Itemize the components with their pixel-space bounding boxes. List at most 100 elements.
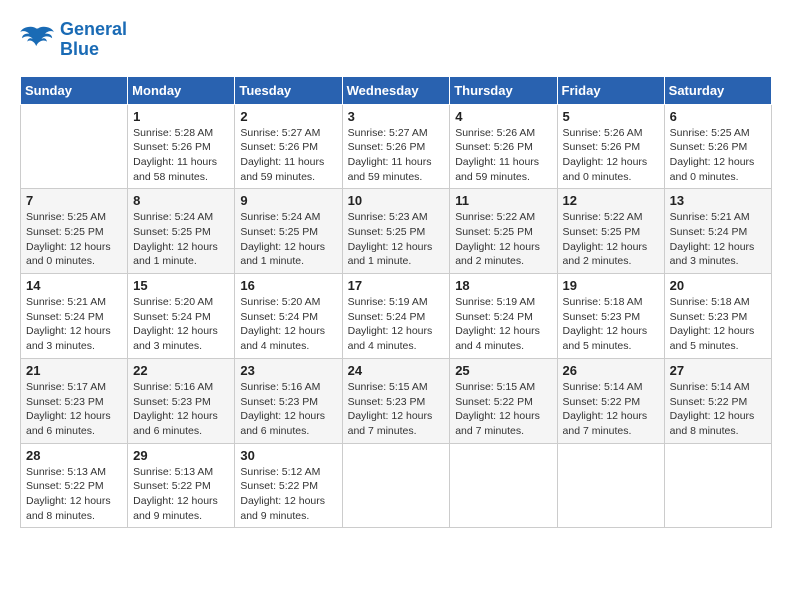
calendar-cell <box>342 443 450 528</box>
day-info: Sunrise: 5:18 AM Sunset: 5:23 PM Dayligh… <box>670 295 766 354</box>
day-number: 2 <box>240 109 336 124</box>
calendar-cell: 15Sunrise: 5:20 AM Sunset: 5:24 PM Dayli… <box>128 274 235 359</box>
calendar-cell: 28Sunrise: 5:13 AM Sunset: 5:22 PM Dayli… <box>21 443 128 528</box>
day-info: Sunrise: 5:14 AM Sunset: 5:22 PM Dayligh… <box>563 380 659 439</box>
calendar-cell: 11 Sunrise: 5:22 AM Sunset: 5:25 PM Dayli… <box>450 189 557 274</box>
day-info: Sunrise: 5:20 AM Sunset: 5:24 PM Dayligh… <box>240 295 336 354</box>
day-info: Sunrise: 5:15 AM Sunset: 5:22 PM Dayligh… <box>455 380 551 439</box>
day-info: Sunrise: 5:12 AM Sunset: 5:22 PM Dayligh… <box>240 465 336 524</box>
calendar-cell: 2 Sunrise: 5:27 AM Sunset: 5:26 PM Daylig… <box>235 104 342 189</box>
day-info: Sunrise: 5:20 AM Sunset: 5:24 PM Dayligh… <box>133 295 229 354</box>
calendar-cell: 7Sunrise: 5:25 AM Sunset: 5:25 PM Daylig… <box>21 189 128 274</box>
header-thursday: Thursday <box>450 76 557 104</box>
day-number: 11 <box>455 193 551 208</box>
day-info: Sunrise: 5:23 AM Sunset: 5:25 PM Dayligh… <box>348 210 445 269</box>
calendar-cell: 8 Sunrise: 5:24 AM Sunset: 5:25 PM Daylig… <box>128 189 235 274</box>
day-number: 29 <box>133 448 229 463</box>
calendar-cell <box>557 443 664 528</box>
day-info: Sunrise: 5:19 AM Sunset: 5:24 PM Dayligh… <box>348 295 445 354</box>
page-header: General Blue <box>20 20 772 60</box>
calendar-week-5: 28 Sunrise: 5:13 AM Sunset: 5:22 PM Dayli… <box>21 443 772 528</box>
calendar-cell: 29 Sunrise: 5:13 AM Sunset: 5:22 PM Dayli… <box>128 443 235 528</box>
day-number: 1 <box>133 109 229 124</box>
calendar-cell <box>21 104 128 189</box>
day-number: 20 <box>670 278 766 293</box>
calendar-cell: 26 Sunrise: 5:14 AM Sunset: 5:22 PM Dayli… <box>557 358 664 443</box>
calendar-cell: 21Sunrise: 5:17 AM Sunset: 5:23 PM Dayli… <box>21 358 128 443</box>
calendar-body: 1 Sunrise: 5:28 AM Sunset: 5:26 PM Daylig… <box>21 104 772 528</box>
day-number: 12 <box>563 193 659 208</box>
header-wednesday: Wednesday <box>342 76 450 104</box>
calendar-week-2: 7Sunrise: 5:25 AM Sunset: 5:25 PM Daylig… <box>21 189 772 274</box>
calendar-week-4: 21Sunrise: 5:17 AM Sunset: 5:23 PM Dayli… <box>21 358 772 443</box>
day-number: 6 <box>670 109 766 124</box>
calendar-table: SundayMondayTuesdayWednesdayThursdayFrid… <box>20 76 772 529</box>
day-number: 19 <box>563 278 659 293</box>
calendar-cell: 30 Sunrise: 5:12 AM Sunset: 5:22 PM Dayli… <box>235 443 342 528</box>
day-info: Sunrise: 5:15 AM Sunset: 5:23 PM Dayligh… <box>348 380 445 439</box>
day-number: 28 <box>26 448 122 463</box>
calendar-cell: 23 Sunrise: 5:16 AM Sunset: 5:23 PM Dayli… <box>235 358 342 443</box>
day-number: 17 <box>348 278 445 293</box>
day-info: Sunrise: 5:14 AM Sunset: 5:22 PM Dayligh… <box>670 380 766 439</box>
day-info: Sunrise: 5:24 AM Sunset: 5:25 PM Dayligh… <box>133 210 229 269</box>
calendar-cell: 18 Sunrise: 5:19 AM Sunset: 5:24 PM Dayli… <box>450 274 557 359</box>
header-tuesday: Tuesday <box>235 76 342 104</box>
day-info: Sunrise: 5:19 AM Sunset: 5:24 PM Dayligh… <box>455 295 551 354</box>
day-info: Sunrise: 5:22 AM Sunset: 5:25 PM Dayligh… <box>563 210 659 269</box>
header-sunday: Sunday <box>21 76 128 104</box>
calendar-cell: 16 Sunrise: 5:20 AM Sunset: 5:24 PM Dayli… <box>235 274 342 359</box>
header-saturday: Saturday <box>664 76 771 104</box>
day-info: Sunrise: 5:21 AM Sunset: 5:24 PM Dayligh… <box>670 210 766 269</box>
day-number: 30 <box>240 448 336 463</box>
day-info: Sunrise: 5:26 AM Sunset: 5:26 PM Dayligh… <box>563 126 659 185</box>
day-info: Sunrise: 5:28 AM Sunset: 5:26 PM Dayligh… <box>133 126 229 185</box>
day-number: 23 <box>240 363 336 378</box>
day-number: 24 <box>348 363 445 378</box>
day-number: 4 <box>455 109 551 124</box>
day-info: Sunrise: 5:17 AM Sunset: 5:23 PM Dayligh… <box>26 380 122 439</box>
day-number: 25 <box>455 363 551 378</box>
day-number: 26 <box>563 363 659 378</box>
calendar-cell: 20 Sunrise: 5:18 AM Sunset: 5:23 PM Dayli… <box>664 274 771 359</box>
calendar-cell: 12 Sunrise: 5:22 AM Sunset: 5:25 PM Dayli… <box>557 189 664 274</box>
day-info: Sunrise: 5:22 AM Sunset: 5:25 PM Dayligh… <box>455 210 551 269</box>
day-info: Sunrise: 5:27 AM Sunset: 5:26 PM Dayligh… <box>240 126 336 185</box>
day-number: 18 <box>455 278 551 293</box>
logo-text: General Blue <box>60 20 127 60</box>
calendar-cell: 13 Sunrise: 5:21 AM Sunset: 5:24 PM Dayli… <box>664 189 771 274</box>
day-number: 27 <box>670 363 766 378</box>
calendar-cell: 6 Sunrise: 5:25 AM Sunset: 5:26 PM Daylig… <box>664 104 771 189</box>
calendar-week-3: 14Sunrise: 5:21 AM Sunset: 5:24 PM Dayli… <box>21 274 772 359</box>
calendar-header: SundayMondayTuesdayWednesdayThursdayFrid… <box>21 76 772 104</box>
day-number: 8 <box>133 193 229 208</box>
day-number: 16 <box>240 278 336 293</box>
calendar-cell: 17 Sunrise: 5:19 AM Sunset: 5:24 PM Dayli… <box>342 274 450 359</box>
day-number: 22 <box>133 363 229 378</box>
calendar-cell: 19Sunrise: 5:18 AM Sunset: 5:23 PM Dayli… <box>557 274 664 359</box>
calendar-cell: 9Sunrise: 5:24 AM Sunset: 5:25 PM Daylig… <box>235 189 342 274</box>
calendar-cell: 14Sunrise: 5:21 AM Sunset: 5:24 PM Dayli… <box>21 274 128 359</box>
day-info: Sunrise: 5:21 AM Sunset: 5:24 PM Dayligh… <box>26 295 122 354</box>
calendar-cell: 5 Sunrise: 5:26 AM Sunset: 5:26 PM Daylig… <box>557 104 664 189</box>
day-info: Sunrise: 5:26 AM Sunset: 5:26 PM Dayligh… <box>455 126 551 185</box>
header-monday: Monday <box>128 76 235 104</box>
calendar-cell: 24 Sunrise: 5:15 AM Sunset: 5:23 PM Dayli… <box>342 358 450 443</box>
day-info: Sunrise: 5:25 AM Sunset: 5:26 PM Dayligh… <box>670 126 766 185</box>
day-number: 13 <box>670 193 766 208</box>
day-number: 5 <box>563 109 659 124</box>
calendar-cell <box>450 443 557 528</box>
calendar-cell: 22Sunrise: 5:16 AM Sunset: 5:23 PM Dayli… <box>128 358 235 443</box>
day-info: Sunrise: 5:25 AM Sunset: 5:25 PM Dayligh… <box>26 210 122 269</box>
calendar-cell: 1 Sunrise: 5:28 AM Sunset: 5:26 PM Daylig… <box>128 104 235 189</box>
logo: General Blue <box>20 20 127 60</box>
calendar-cell: 27 Sunrise: 5:14 AM Sunset: 5:22 PM Dayli… <box>664 358 771 443</box>
calendar-week-1: 1 Sunrise: 5:28 AM Sunset: 5:26 PM Daylig… <box>21 104 772 189</box>
day-info: Sunrise: 5:13 AM Sunset: 5:22 PM Dayligh… <box>133 465 229 524</box>
header-friday: Friday <box>557 76 664 104</box>
day-info: Sunrise: 5:16 AM Sunset: 5:23 PM Dayligh… <box>240 380 336 439</box>
day-info: Sunrise: 5:27 AM Sunset: 5:26 PM Dayligh… <box>348 126 445 185</box>
calendar-cell: 25 Sunrise: 5:15 AM Sunset: 5:22 PM Dayli… <box>450 358 557 443</box>
calendar-cell: 10Sunrise: 5:23 AM Sunset: 5:25 PM Dayli… <box>342 189 450 274</box>
calendar-cell <box>664 443 771 528</box>
